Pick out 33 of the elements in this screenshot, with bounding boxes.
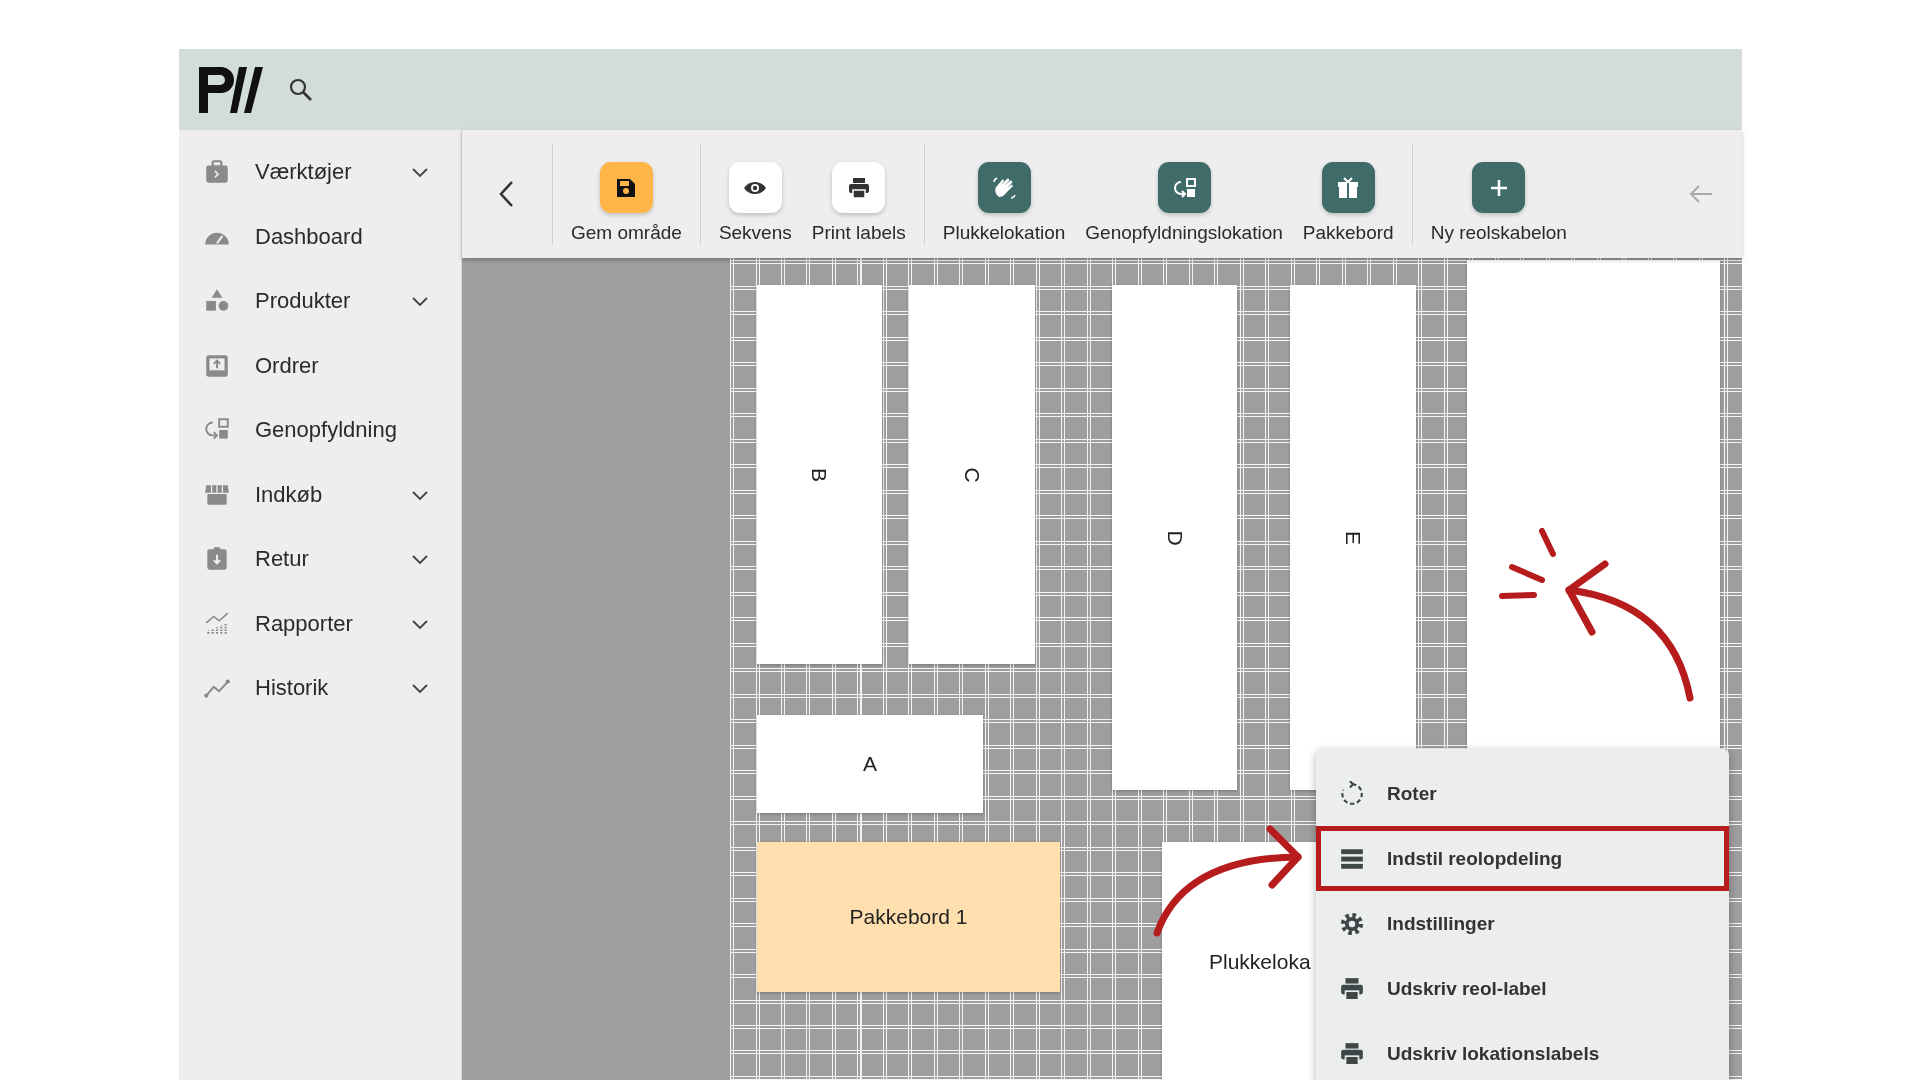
- sidebar-item[interactable]: Værktøjer: [179, 140, 461, 205]
- toolbar-button[interactable]: Genopfyldningslokation: [1079, 144, 1289, 244]
- emphasis-lines-drawing: [1499, 528, 1556, 599]
- shelf[interactable]: D: [1112, 285, 1237, 790]
- toolbar-button[interactable]: Sekvens: [712, 144, 798, 244]
- sidebar-item[interactable]: Dashboard: [179, 204, 461, 269]
- refill-icon: [1172, 175, 1197, 200]
- toolbar-button[interactable]: Ny reolskabelon: [1424, 144, 1573, 244]
- settings-icon: [1339, 910, 1365, 937]
- shelf[interactable]: A: [757, 715, 983, 813]
- toolbar-button[interactable]: Pakkebord: [1296, 144, 1400, 244]
- printer-icon: [1339, 1040, 1365, 1067]
- shelf[interactable]: C: [909, 285, 1035, 664]
- toolbar-button[interactable]: Plukkelokation: [936, 144, 1072, 244]
- gift-icon: [1336, 175, 1361, 200]
- packing-table[interactable]: Pakkebord 1: [757, 842, 1060, 992]
- printer-icon: [1339, 975, 1365, 1002]
- rotate-icon: [1339, 780, 1365, 807]
- sidebar-item[interactable]: Retur: [179, 527, 461, 592]
- toolbar-button[interactable]: Print labels: [805, 144, 912, 244]
- sidebar-item[interactable]: Genopfyldning: [179, 398, 461, 463]
- sidebar-item[interactable]: Produkter: [179, 269, 461, 334]
- printer-icon: [846, 175, 871, 200]
- sidebar-item[interactable]: Ordrer: [179, 333, 461, 398]
- search-icon[interactable]: [289, 77, 313, 102]
- shelf[interactable]: [1467, 260, 1720, 749]
- shelf[interactable]: B: [757, 285, 882, 664]
- sidebar-item[interactable]: Indkøb: [179, 462, 461, 527]
- hand-icon: [992, 175, 1016, 200]
- sidebar-item[interactable]: Rapporter: [179, 591, 461, 656]
- toolbar-button[interactable]: Gem område: [565, 144, 688, 244]
- sidebar-item[interactable]: Historik: [179, 656, 461, 721]
- menu-item[interactable]: Indstil reolopdeling: [1316, 826, 1729, 891]
